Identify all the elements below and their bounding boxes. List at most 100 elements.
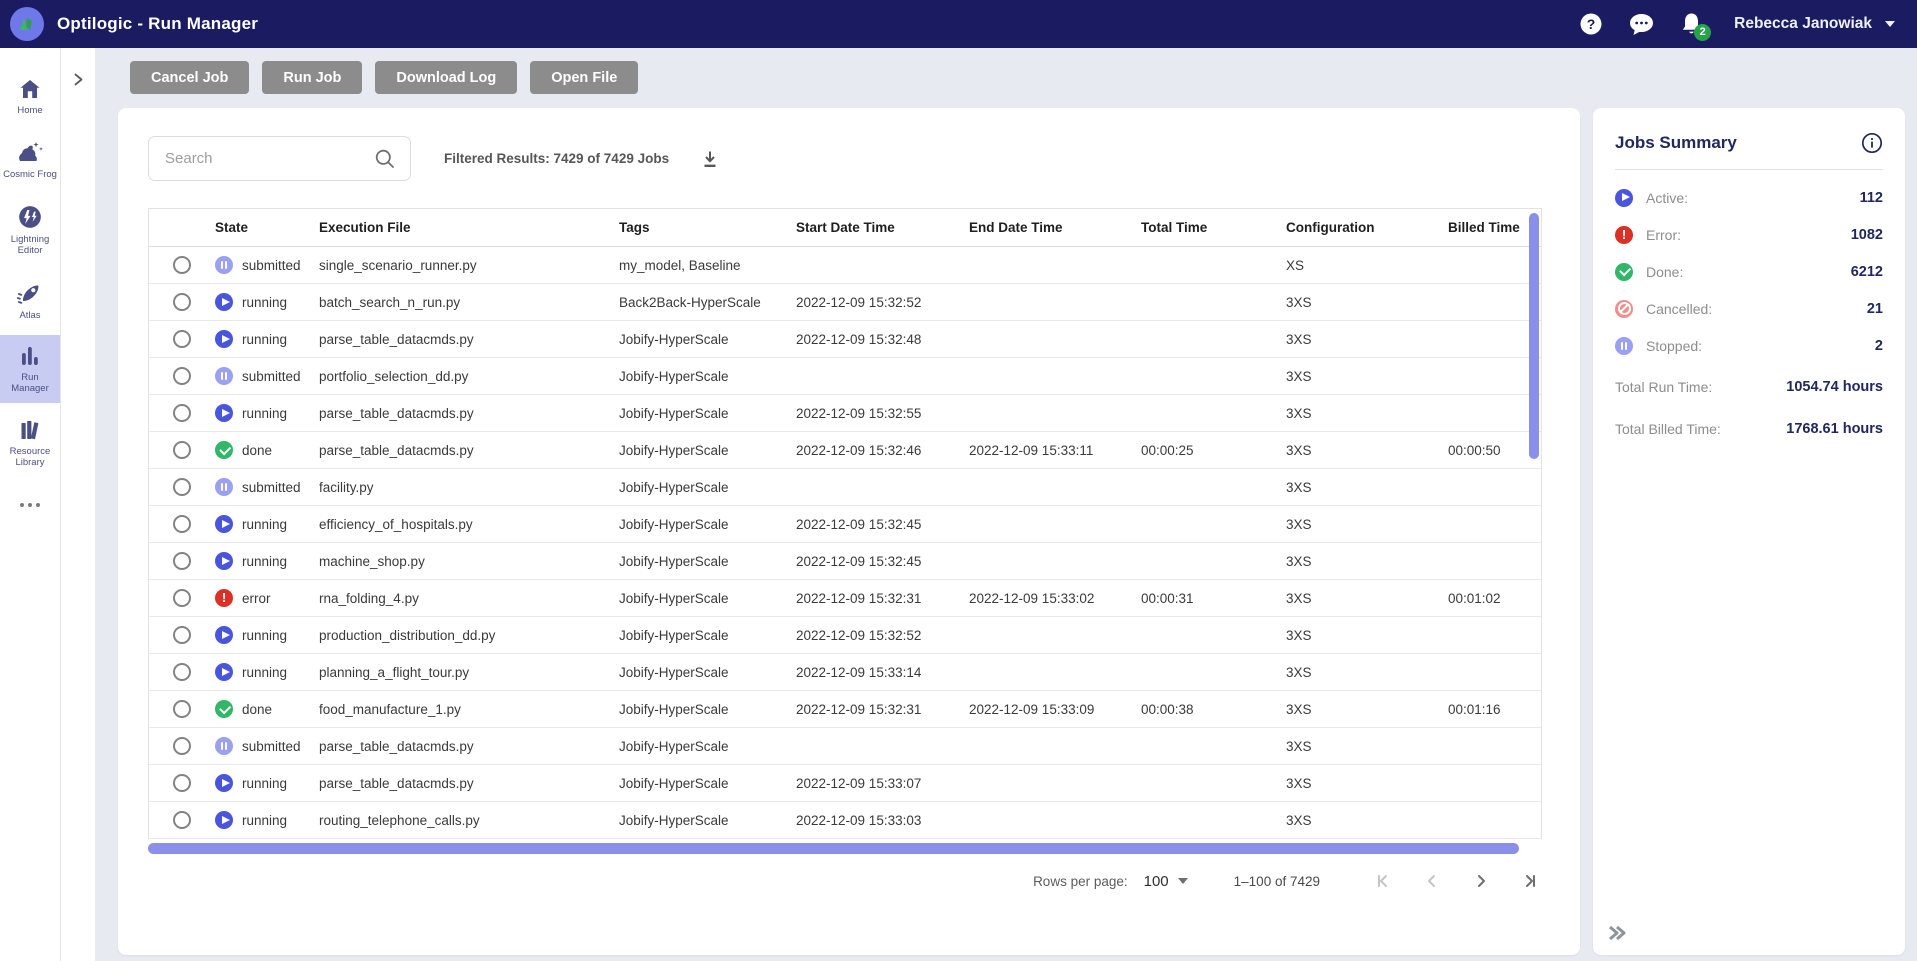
user-menu[interactable]: Rebecca Janowiak bbox=[1734, 15, 1895, 33]
start-date-time-cell: 2022-12-09 15:32:52 bbox=[796, 294, 922, 310]
table-row[interactable]: done parse_table_datacmds.py Jobify-Hype… bbox=[149, 432, 1541, 469]
expand-panel-chevron-icon[interactable] bbox=[71, 72, 85, 88]
table-row[interactable]: running batch_search_n_run.py Back2Back-… bbox=[149, 284, 1541, 321]
sidebar-item-lightning-editor[interactable]: Lightning Editor bbox=[0, 195, 60, 265]
execution-file-cell: planning_a_flight_tour.py bbox=[319, 664, 470, 680]
start-date-time-cell: 2022-12-09 15:32:48 bbox=[796, 331, 922, 347]
execution-file-cell: parse_table_datacmds.py bbox=[319, 775, 474, 791]
resource-library-icon bbox=[21, 420, 39, 439]
summary-row-error: Error: 1082 bbox=[1615, 216, 1883, 253]
table-row[interactable]: submitted facility.py Jobify-HyperScale … bbox=[149, 469, 1541, 506]
row-radio[interactable] bbox=[173, 515, 191, 533]
optilogic-logo-icon bbox=[10, 7, 44, 41]
state-icon bbox=[215, 626, 233, 644]
row-radio[interactable] bbox=[173, 404, 191, 422]
state-label: submitted bbox=[242, 368, 301, 384]
sidebar-item-atlas[interactable]: Atlas bbox=[0, 271, 60, 329]
chat-icon[interactable] bbox=[1628, 12, 1655, 37]
search-icon[interactable] bbox=[374, 148, 396, 170]
run-job-button[interactable]: Run Job bbox=[262, 61, 363, 94]
table-row[interactable]: running production_distribution_dd.py Jo… bbox=[149, 617, 1541, 654]
table-row[interactable]: running routing_telephone_calls.py Jobif… bbox=[149, 802, 1541, 839]
configuration-cell: 3XS bbox=[1286, 701, 1312, 717]
search-input[interactable] bbox=[165, 150, 374, 167]
sidebar-item-cosmic-frog[interactable]: Cosmic Frog bbox=[0, 130, 60, 188]
state-label: running bbox=[242, 627, 288, 643]
configuration-cell: 3XS bbox=[1286, 442, 1312, 458]
start-date-time-cell: 2022-12-09 15:32:52 bbox=[796, 627, 922, 643]
configuration-cell: 3XS bbox=[1286, 553, 1312, 569]
table-row[interactable]: submitted single_scenario_runner.py my_m… bbox=[149, 247, 1541, 284]
row-radio[interactable] bbox=[173, 330, 191, 348]
tags-cell: Jobify-HyperScale bbox=[619, 405, 729, 421]
table-row[interactable]: running parse_table_datacmds.py Jobify-H… bbox=[149, 321, 1541, 358]
state-label: running bbox=[242, 775, 288, 791]
help-icon[interactable]: ? bbox=[1579, 12, 1603, 36]
tags-cell: Jobify-HyperScale bbox=[619, 775, 729, 791]
row-radio[interactable] bbox=[173, 367, 191, 385]
horizontal-scrollbar[interactable] bbox=[148, 843, 1519, 854]
execution-file-cell: production_distribution_dd.py bbox=[319, 627, 496, 643]
svg-text:?: ? bbox=[1587, 16, 1596, 32]
table-row[interactable]: submitted portfolio_selection_dd.py Jobi… bbox=[149, 358, 1541, 395]
configuration-cell: XS bbox=[1286, 257, 1305, 273]
run-manager-icon bbox=[22, 346, 38, 365]
table-row[interactable]: running parse_table_datacmds.py Jobify-H… bbox=[149, 765, 1541, 802]
tags-cell: Jobify-HyperScale bbox=[619, 516, 729, 532]
state-label: submitted bbox=[242, 738, 301, 754]
state-icon bbox=[215, 700, 233, 718]
start-date-time-cell: 2022-12-09 15:32:31 bbox=[796, 701, 922, 717]
row-radio[interactable] bbox=[173, 478, 191, 496]
execution-file-cell: efficiency_of_hospitals.py bbox=[319, 516, 473, 532]
summary-row-stopped: Stopped: 2 bbox=[1615, 327, 1883, 364]
cancel-job-button[interactable]: Cancel Job bbox=[130, 61, 250, 94]
table-row[interactable]: submitted parse_table_datacmds.py Jobify… bbox=[149, 728, 1541, 765]
row-radio[interactable] bbox=[173, 774, 191, 792]
row-radio[interactable] bbox=[173, 589, 191, 607]
rows-per-page-select[interactable]: 100 bbox=[1144, 873, 1188, 890]
open-file-button[interactable]: Open File bbox=[530, 61, 639, 94]
notifications-bell-icon[interactable]: 2 bbox=[1680, 12, 1712, 41]
info-icon[interactable] bbox=[1861, 132, 1883, 154]
configuration-cell: 3XS bbox=[1286, 405, 1312, 421]
tags-cell: Jobify-HyperScale bbox=[619, 442, 729, 458]
export-download-icon[interactable] bbox=[700, 149, 720, 169]
row-radio[interactable] bbox=[173, 626, 191, 644]
column-header-execution-file: Execution File bbox=[319, 220, 411, 235]
row-radio[interactable] bbox=[173, 663, 191, 681]
table-row[interactable]: error rna_folding_4.py Jobify-HyperScale… bbox=[149, 580, 1541, 617]
table-row[interactable]: running parse_table_datacmds.py Jobify-H… bbox=[149, 395, 1541, 432]
configuration-cell: 3XS bbox=[1286, 479, 1312, 495]
sidebar-item-home[interactable]: Home bbox=[0, 68, 60, 124]
start-date-time-cell: 2022-12-09 15:32:45 bbox=[796, 553, 922, 569]
previous-page-icon[interactable] bbox=[1420, 869, 1444, 893]
table-row[interactable]: running planning_a_flight_tour.py Jobify… bbox=[149, 654, 1541, 691]
column-header-start-date-time: Start Date Time bbox=[796, 220, 895, 235]
next-page-icon[interactable] bbox=[1469, 869, 1493, 893]
row-radio[interactable] bbox=[173, 552, 191, 570]
billed-time-cell: 00:01:02 bbox=[1448, 590, 1501, 606]
table-row[interactable]: running efficiency_of_hospitals.py Jobif… bbox=[149, 506, 1541, 543]
row-radio[interactable] bbox=[173, 293, 191, 311]
sidebar-item-run-manager[interactable]: Run Manager bbox=[0, 334, 60, 403]
row-radio[interactable] bbox=[173, 811, 191, 829]
state-icon bbox=[215, 552, 233, 570]
state-icon bbox=[215, 367, 233, 385]
state-label: running bbox=[242, 812, 288, 828]
vertical-scrollbar[interactable] bbox=[1529, 213, 1539, 459]
column-header-total-time: Total Time bbox=[1141, 220, 1208, 235]
state-icon bbox=[215, 811, 233, 829]
row-radio[interactable] bbox=[173, 737, 191, 755]
row-radio[interactable] bbox=[173, 256, 191, 274]
row-radio[interactable] bbox=[173, 700, 191, 718]
summary-total-run-time: Total Run Time: 1054.74 hours bbox=[1615, 379, 1883, 395]
table-row[interactable]: running machine_shop.py Jobify-HyperScal… bbox=[149, 543, 1541, 580]
collapse-panel-double-chevron-icon[interactable] bbox=[1606, 924, 1628, 947]
sidebar-more-icon[interactable] bbox=[17, 497, 43, 515]
row-radio[interactable] bbox=[173, 441, 191, 459]
first-page-icon[interactable] bbox=[1371, 869, 1395, 893]
sidebar-item-resource-library[interactable]: Resource Library bbox=[0, 409, 60, 477]
download-log-button[interactable]: Download Log bbox=[375, 61, 518, 94]
last-page-icon[interactable] bbox=[1518, 869, 1542, 893]
table-row[interactable]: done food_manufacture_1.py Jobify-HyperS… bbox=[149, 691, 1541, 728]
